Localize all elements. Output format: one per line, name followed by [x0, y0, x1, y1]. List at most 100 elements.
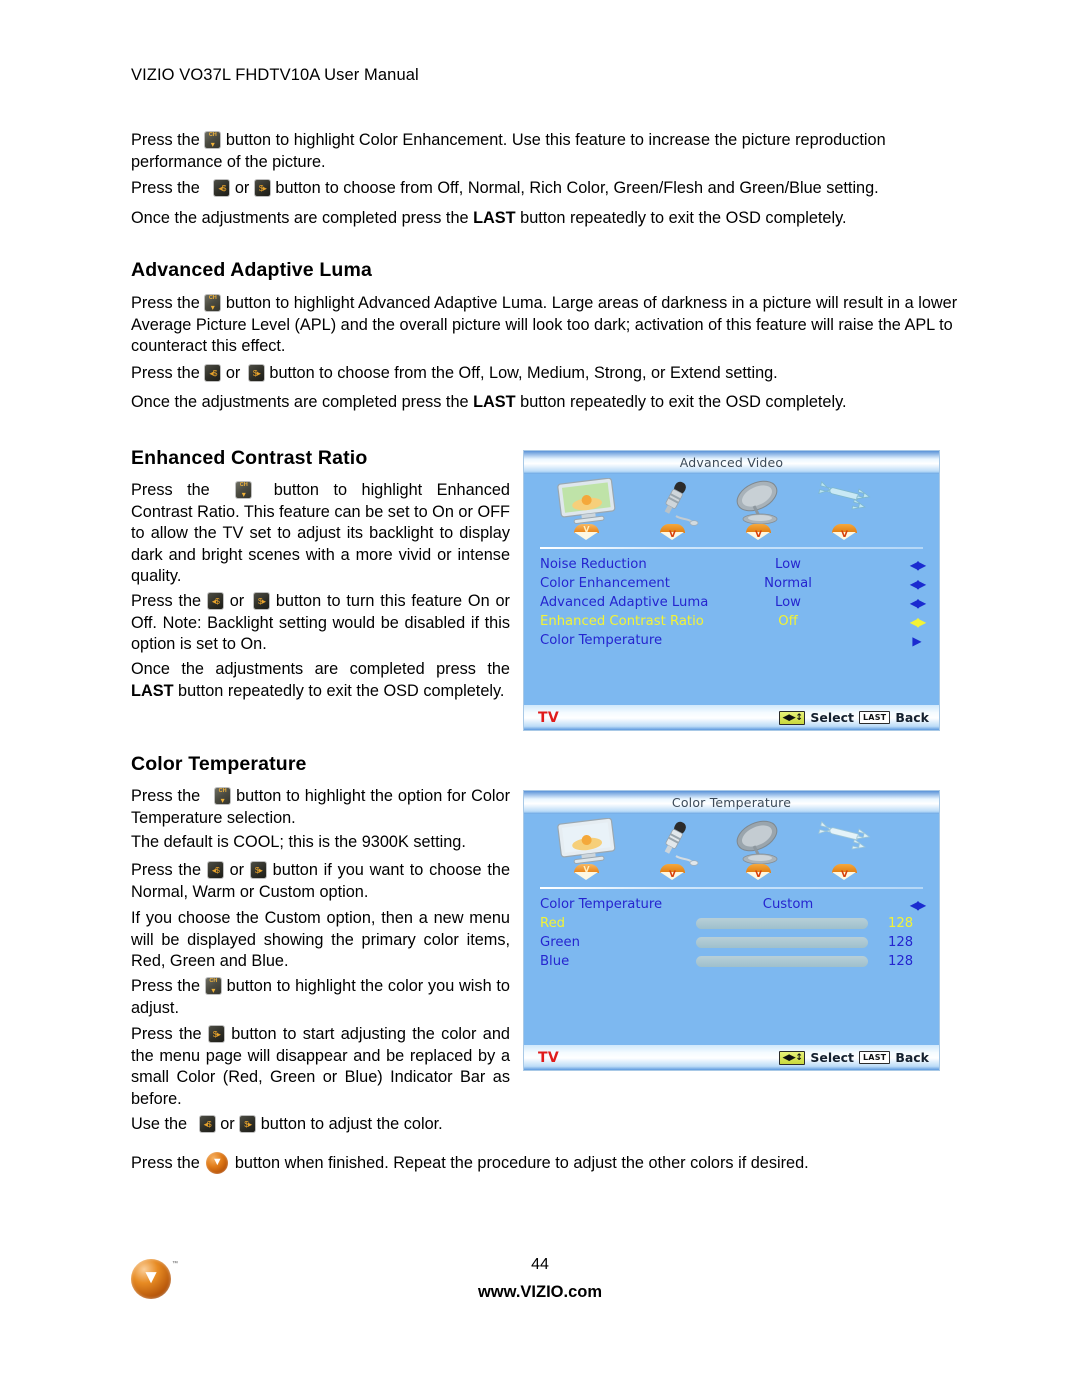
paragraph-color-enhancement-exit: Once the adjustments are completed press… [131, 208, 959, 230]
text-run: button to highlight Advanced Adaptive Lu… [131, 294, 958, 355]
osd-status-bar: TV ◀▶↕ Select LAST Back [524, 1045, 939, 1070]
osd-tab-badge: V [832, 524, 857, 540]
left-right-arrows-icon[interactable]: ◀▶ [908, 597, 926, 609]
text-run: or [225, 364, 241, 382]
navigation-keys-icon: ◀▶↕ [779, 1050, 806, 1065]
last-key-name: LAST [473, 209, 516, 227]
osd-tab-audio[interactable]: V [632, 814, 718, 887]
text-run: Press the [131, 592, 202, 610]
website-url: www.VIZIO.com [477, 1283, 603, 1301]
osd-row-label: Enhanced Contrast Ratio [540, 614, 704, 629]
osd-tab-picture[interactable]: V [546, 474, 632, 547]
right-arrow-button-icon [254, 180, 270, 196]
paragraph-contrast-description: Press the button to highlight Enhanced C… [131, 480, 510, 588]
text-run: or [220, 1115, 235, 1133]
paragraph-luma-description: Press the button to highlight Advanced A… [131, 293, 959, 358]
osd-row-value: Low [775, 595, 801, 610]
osd-tab-badge: V [746, 524, 771, 540]
left-right-arrows-icon[interactable]: ◀▶ [908, 578, 926, 590]
navigation-keys-icon: ◀▶↕ [779, 710, 806, 725]
osd-hints: ◀▶↕ Select LAST Back [779, 710, 929, 725]
osd-color-temperature: Color Temperature V V V V Color Temperat… [523, 790, 940, 1071]
osd-tab-tuner[interactable]: V [718, 814, 804, 887]
last-key-name: LAST [473, 393, 516, 411]
text-run: Press the [131, 179, 200, 197]
left-arrow-button-icon [207, 593, 223, 609]
channel-down-button-icon [236, 482, 252, 499]
satellite-dish-icon [736, 480, 778, 525]
text-run: Press the [131, 294, 200, 312]
text-run: Once the adjustments are completed press… [131, 393, 469, 411]
channel-down-button-icon [205, 978, 221, 995]
osd-source-label: TV [538, 709, 559, 726]
osd-row-value: Off [778, 614, 798, 629]
text-run: button to choose from Off, Normal, Rich … [275, 179, 879, 197]
left-right-arrows-icon[interactable]: ◀▶ [908, 899, 926, 911]
right-arrow-button-icon [208, 1026, 224, 1042]
osd-tab-audio[interactable]: V [632, 474, 718, 547]
text-run: Press the [131, 787, 201, 805]
paragraph-contrast-toggle: Press the or button to turn this feature… [131, 591, 510, 656]
text-run: Press the [131, 481, 210, 499]
osd-row-label: Color Temperature [540, 897, 663, 912]
osd-menu-row[interactable]: Noise Reduction Low ◀▶ [524, 555, 939, 574]
osd-menu-row[interactable]: Advanced Adaptive Luma Low ◀▶ [524, 593, 939, 612]
osd-menu-row-color-temperature[interactable]: Color Temperature Custom ◀▶ [524, 895, 939, 914]
channel-down-button-icon [205, 132, 221, 149]
text-run: Press the [131, 1025, 202, 1043]
right-arrow-button-icon [248, 365, 264, 381]
osd-row-label: Noise Reduction [540, 557, 647, 572]
osd-slider-row-green[interactable]: Green 128 [524, 933, 939, 952]
right-arrow-button-icon [254, 593, 270, 609]
paragraph-color-enhancement: Press the button to highlight Color Enha… [131, 130, 959, 173]
left-arrow-button-icon [214, 180, 230, 196]
osd-row-value: Normal [764, 576, 812, 591]
green-slider[interactable] [696, 937, 868, 948]
osd-row-label: Color Enhancement [540, 576, 670, 591]
paragraph-ct-use-buttons: Use the or button to adjust the color. [131, 1114, 510, 1136]
text-run: Once the adjustments are completed press… [131, 660, 510, 678]
channel-down-button-icon [215, 788, 231, 805]
text-run: button when finished. Repeat the procedu… [234, 1154, 809, 1172]
text-run: or [229, 861, 245, 879]
wrench-icon [818, 481, 871, 510]
left-right-arrows-icon[interactable]: ◀▶ [908, 559, 926, 571]
osd-menu-row[interactable]: Color Enhancement Normal ◀▶ [524, 574, 939, 593]
monitor-icon [557, 478, 616, 524]
paragraph-ct-choose: Press the or button if you want to choos… [131, 860, 510, 903]
blue-value: 128 [888, 954, 914, 969]
paragraph-contrast-exit: Once the adjustments are completed press… [131, 659, 510, 702]
text-run: button to highlight Color Enhancement. U… [131, 131, 886, 171]
osd-menu-row-selected[interactable]: Enhanced Contrast Ratio Off ◀▶ [524, 612, 939, 631]
green-value: 128 [888, 935, 914, 950]
paragraph-color-enhancement-choose: Press the or button to choose from Off, … [131, 178, 959, 200]
document-header: VIZIO VO37L FHDTV10A User Manual [131, 66, 419, 84]
red-value: 128 [888, 916, 914, 931]
osd-slider-row-red[interactable]: Red 128 [524, 914, 939, 933]
osd-slider-row-blue[interactable]: Blue 128 [524, 952, 939, 971]
left-right-arrows-icon[interactable]: ◀▶ [908, 616, 926, 628]
osd-menu-row[interactable]: Color Temperature ▶ [524, 631, 939, 650]
osd-tab-setup[interactable]: V [804, 474, 890, 547]
paragraph-ct-highlight: Press the button to highlight the option… [131, 786, 510, 829]
right-arrow-button-icon [240, 1116, 256, 1132]
blue-slider[interactable] [696, 956, 868, 967]
osd-menu-list: Noise Reduction Low ◀▶ Color Enhancement… [524, 549, 939, 650]
text-run: button repeatedly to exit the OSD comple… [178, 681, 505, 700]
osd-tab-tuner[interactable]: V [718, 474, 804, 547]
osd-row-value: Low [775, 557, 801, 572]
text-run: button repeatedly to exit the OSD comple… [520, 209, 847, 227]
red-slider[interactable] [696, 918, 868, 929]
last-key-name: LAST [131, 681, 174, 700]
osd-tab-setup[interactable]: V [804, 814, 890, 887]
osd-source-label: TV [538, 1049, 559, 1066]
osd-tab-picture[interactable]: V [546, 814, 632, 887]
osd-row-label: Blue [540, 954, 570, 969]
osd-hint-select: Select [810, 710, 854, 725]
osd-tab-strip: V V V V [524, 474, 939, 547]
right-arrow-icon[interactable]: ▶ [908, 635, 926, 647]
text-run: Press the [131, 861, 202, 879]
paragraph-ct-default: The default is COOL; this is the 9300K s… [131, 833, 466, 851]
text-run: Press the [131, 1154, 200, 1172]
osd-row-label: Red [540, 916, 566, 931]
